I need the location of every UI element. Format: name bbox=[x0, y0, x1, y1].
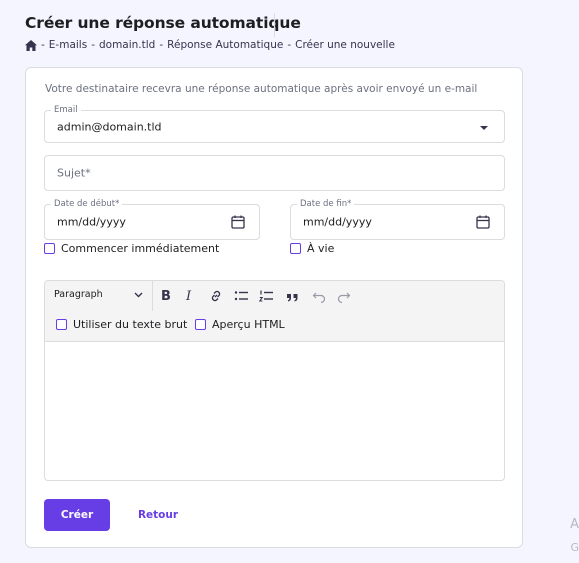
chevron-down-icon[interactable] bbox=[134, 292, 143, 298]
message-editor: Paragraph B I Utiliser du texte brut Ape… bbox=[44, 280, 505, 481]
calendar-icon[interactable] bbox=[476, 215, 490, 229]
create-button[interactable]: Créer bbox=[44, 499, 110, 531]
breadcrumb-item-current: Créer une nouvelle bbox=[295, 39, 395, 51]
breadcrumb-item-domain[interactable]: domain.tld bbox=[99, 39, 155, 51]
form-intro-text: Votre destinataire recevra une réponse a… bbox=[45, 83, 478, 95]
breadcrumb-item-autoresponder[interactable]: Réponse Automatique bbox=[167, 39, 283, 51]
end-date-label: Date de fin* bbox=[297, 198, 355, 210]
edge-fragment-text: G bbox=[570, 541, 579, 554]
plain-text-checkbox[interactable]: Utiliser du texte brut bbox=[56, 318, 187, 331]
dropdown-arrow-icon[interactable] bbox=[480, 125, 488, 130]
toolbar-divider bbox=[152, 281, 153, 311]
start-now-label: Commencer immédiatement bbox=[61, 242, 220, 255]
italic-icon[interactable]: I bbox=[186, 288, 191, 304]
numbered-list-icon[interactable] bbox=[259, 288, 274, 304]
breadcrumb-separator: - bbox=[159, 39, 164, 51]
quote-icon[interactable] bbox=[286, 288, 299, 304]
subject-input[interactable]: Sujet* bbox=[44, 155, 505, 191]
end-date-input[interactable]: Date de fin* mm/dd/yyyy bbox=[290, 198, 505, 240]
edge-fragment-text: A bbox=[570, 517, 579, 532]
breadcrumb: - E-mails - domain.tld - Réponse Automat… bbox=[25, 39, 395, 51]
start-date-label: Date de début* bbox=[51, 198, 123, 210]
checkbox-box[interactable] bbox=[195, 319, 206, 330]
title-divider bbox=[274, 13, 275, 37]
page-title: Créer une réponse automatique bbox=[25, 14, 301, 32]
subject-placeholder: Sujet* bbox=[57, 166, 91, 180]
bullet-list-icon[interactable] bbox=[234, 288, 249, 304]
breadcrumb-item-emails[interactable]: E-mails bbox=[49, 39, 87, 51]
bold-icon[interactable]: B bbox=[161, 288, 171, 304]
link-icon[interactable] bbox=[209, 288, 223, 304]
html-preview-label: Aperçu HTML bbox=[212, 318, 285, 331]
back-button[interactable]: Retour bbox=[130, 499, 186, 531]
start-date-input[interactable]: Date de début* mm/dd/yyyy bbox=[44, 198, 260, 240]
checkbox-box[interactable] bbox=[290, 243, 301, 254]
forever-checkbox[interactable]: À vie bbox=[290, 242, 334, 255]
breadcrumb-separator: - bbox=[91, 39, 95, 51]
html-preview-checkbox[interactable]: Aperçu HTML bbox=[195, 318, 285, 331]
undo-icon[interactable] bbox=[312, 288, 326, 304]
start-date-value: mm/dd/yyyy bbox=[57, 215, 126, 229]
redo-icon[interactable] bbox=[337, 288, 351, 304]
email-select-label: Email bbox=[51, 104, 81, 116]
editor-toolbar: Paragraph B I Utiliser du texte brut Ape… bbox=[45, 281, 504, 342]
home-icon[interactable] bbox=[25, 39, 37, 51]
breadcrumb-separator: - bbox=[287, 39, 292, 51]
start-now-checkbox[interactable]: Commencer immédiatement bbox=[44, 242, 219, 255]
calendar-icon[interactable] bbox=[231, 215, 245, 229]
end-date-value: mm/dd/yyyy bbox=[303, 215, 372, 229]
editor-content-area[interactable] bbox=[45, 342, 504, 480]
block-format-select[interactable]: Paragraph bbox=[54, 289, 103, 300]
email-select[interactable]: Email admin@domain.tld bbox=[44, 104, 505, 143]
breadcrumb-separator: - bbox=[41, 39, 45, 51]
email-select-value: admin@domain.tld bbox=[57, 120, 162, 133]
autoresponder-form-card: Votre destinataire recevra une réponse a… bbox=[25, 67, 523, 548]
checkbox-box[interactable] bbox=[44, 243, 55, 254]
forever-label: À vie bbox=[307, 242, 335, 255]
plain-text-label: Utiliser du texte brut bbox=[73, 318, 188, 331]
checkbox-box[interactable] bbox=[56, 319, 67, 330]
